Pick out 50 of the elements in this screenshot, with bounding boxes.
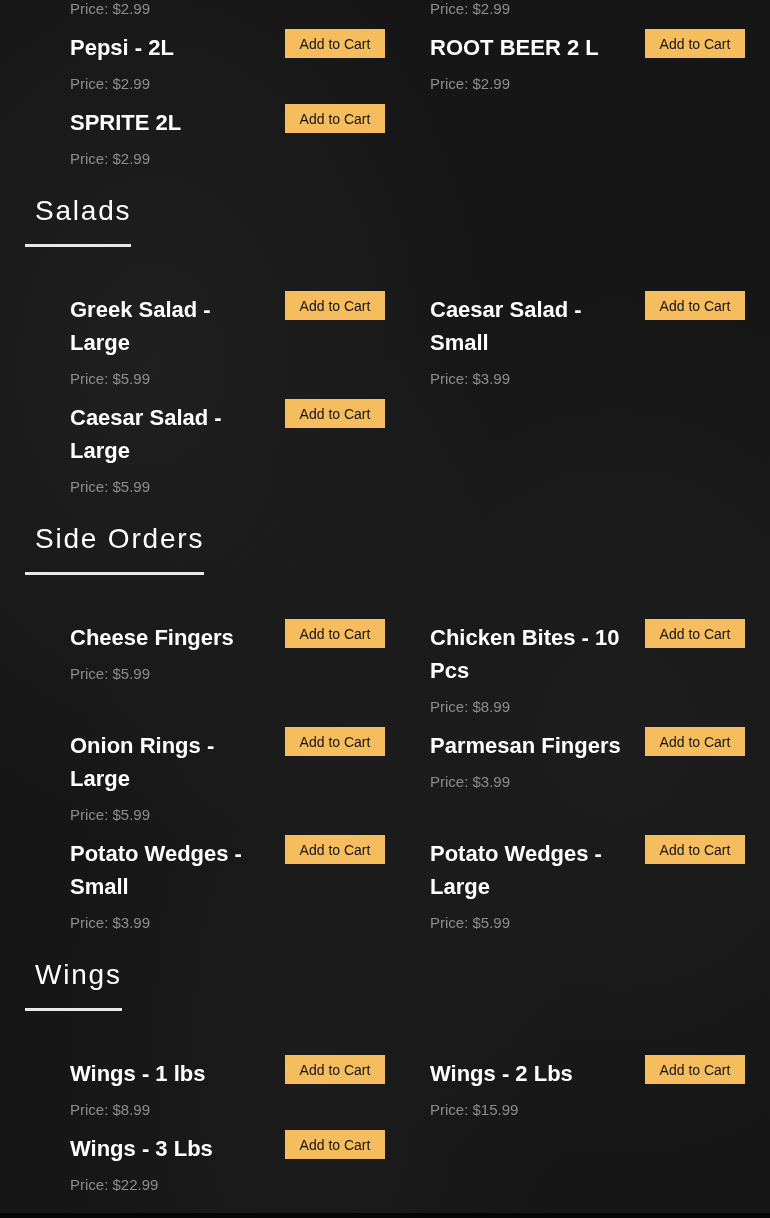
add-to-cart-button[interactable]: Add to Cart [645,291,745,320]
item-name: Parmesan Fingers [430,732,622,760]
item-name: ROOT BEER 2 L [430,34,600,62]
item-name: Wings - 2 Lbs [430,1060,574,1088]
item-price: Price: $3.99 [70,914,151,932]
add-to-cart-button[interactable]: Add to Cart [285,291,385,320]
item-name: SPRITE 2L [70,109,183,137]
item-name: Greek Salad - Large [70,296,212,357]
item-name: Wings - 3 Lbs [70,1135,214,1163]
add-to-cart-button[interactable]: Add to Cart [285,619,385,648]
item-name: Wings - 1 lbs [70,1060,207,1088]
item-price: Price: $5.99 [70,665,151,683]
item-price: Price: $15.99 [430,1101,519,1119]
item-name: Potato Wedges - Large [430,840,603,901]
add-to-cart-button[interactable]: Add to Cart [285,104,385,133]
section-heading: Salads [25,191,132,247]
add-to-cart-button[interactable]: Add to Cart [285,835,385,864]
item-price: Price: $5.99 [70,806,151,824]
item-name: Chicken Bites - 10 Pcs [430,624,621,685]
add-to-cart-button[interactable]: Add to Cart [285,399,385,428]
item-price: Price: $8.99 [430,698,511,716]
item-price: Price: $5.99 [430,914,511,932]
item-name: Caesar Salad - Large [70,404,223,465]
item-name: Caesar Salad - Small [430,296,583,357]
item-price: Price: $2.99 [430,0,511,18]
add-to-cart-button[interactable]: Add to Cart [645,835,745,864]
add-to-cart-button[interactable]: Add to Cart [285,727,385,756]
add-to-cart-button[interactable]: Add to Cart [645,29,745,58]
item-name: Cheese Fingers [70,624,235,652]
item-name: Pepsi - 2L [70,34,175,62]
add-to-cart-button[interactable]: Add to Cart [285,1130,385,1159]
item-name: Onion Rings - Large [70,732,216,793]
item-price: Price: $2.99 [70,75,151,93]
item-price: Price: $2.99 [70,150,151,168]
add-to-cart-button[interactable]: Add to Cart [645,1055,745,1084]
item-name: Potato Wedges - Small [70,840,243,901]
item-price: Price: $8.99 [70,1101,151,1119]
add-to-cart-button[interactable]: Add to Cart [645,727,745,756]
add-to-cart-button[interactable]: Add to Cart [645,619,745,648]
section-heading: Side Orders [25,519,205,575]
section-heading: Wings [25,955,122,1011]
item-price: Price: $2.99 [430,75,511,93]
add-to-cart-button[interactable]: Add to Cart [285,1055,385,1084]
item-price: Price: $5.99 [70,478,151,496]
item-price: Price: $3.99 [430,370,511,388]
item-price: Price: $2.99 [70,0,151,18]
add-to-cart-button[interactable]: Add to Cart [285,29,385,58]
item-price: Price: $22.99 [70,1176,159,1194]
item-price: Price: $3.99 [430,773,511,791]
item-price: Price: $5.99 [70,370,151,388]
